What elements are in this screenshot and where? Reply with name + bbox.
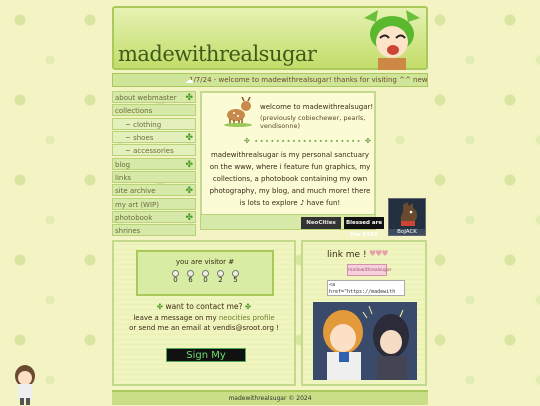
- intro-body: madewithrealsugar is my personal sanctua…: [209, 151, 371, 207]
- cloud-icon: ☁: [185, 76, 194, 86]
- clover-icon: ✤: [185, 159, 193, 170]
- contact-title: ✤ want to contact me? ✤: [114, 302, 294, 311]
- neocities-badge[interactable]: NeoCities: [301, 217, 341, 229]
- sidebar-item[interactable]: site archive ✤: [112, 184, 196, 197]
- sidebar-item-label: ~ clothing: [125, 120, 162, 129]
- visitor-counter: 0 6 0 2 5: [170, 270, 246, 288]
- sidebar-item-label: blog: [115, 160, 131, 169]
- sidebar-item[interactable]: ~ clothing: [112, 117, 196, 130]
- hearts-decoration-icon: ♥♥♥: [369, 249, 388, 258]
- link-code-textarea[interactable]: <a href="https://madewith: [327, 280, 405, 296]
- sidebar-item-label: my art (WIP): [115, 200, 159, 209]
- contact-line: leave a message on my neocities profile: [114, 314, 294, 322]
- sidebar-item-label: photobook: [115, 214, 153, 223]
- sidebar-item[interactable]: ~ accessories: [112, 144, 196, 157]
- neocities-profile-link[interactable]: neocities profile: [219, 314, 275, 322]
- intro-title: welcome to madewithrealsugar!: [260, 103, 374, 111]
- site-link-banner[interactable]: madewithrealsugar: [347, 264, 392, 276]
- sidebar-item[interactable]: my art (WIP): [112, 197, 196, 210]
- anime-illustration: [313, 302, 417, 380]
- news-marquee: ☁ 1/7/24 - welcome to madewithrealsugar!…: [112, 73, 428, 87]
- doll-figure-image: [15, 365, 35, 405]
- sidebar-nav: about webmaster ✤ collections ~ clothing ~ s…: [112, 91, 196, 237]
- sidebar-item[interactable]: blog ✤: [112, 157, 196, 170]
- counter-digit: 0: [200, 270, 211, 286]
- clover-divider-icon: ✤ ∙∙∙∙∙∙∙∙∙∙∙∙∙∙∙∙∙∙∙∙ ✤: [244, 137, 372, 145]
- link-me-box: link me ! ♥♥♥ madewithrealsugar <a href=…: [301, 240, 427, 386]
- site-header: madewithrealsugar: [112, 6, 428, 70]
- counter-digit: 6: [185, 270, 196, 286]
- clover-icon: ✤: [185, 133, 193, 144]
- deer-icon: [224, 97, 252, 127]
- visitor-label: you are visitor #: [175, 258, 235, 266]
- clover-icon: ✤: [185, 213, 193, 224]
- sidebar-item[interactable]: collections: [112, 104, 196, 117]
- sidebar-item-label: shrines: [115, 227, 141, 236]
- contact-title-text: want to contact me?: [165, 302, 243, 311]
- marquee-text: 1/7/24 - welcome to madewithrealsugar! t…: [189, 76, 428, 84]
- visitor-counter-box: you are visitor # 0 6 0 2 5: [136, 250, 274, 296]
- counter-digit: 5: [230, 270, 241, 286]
- badge-strip: NeoCities Blessed are the EYES: [200, 214, 384, 238]
- mascot-image: [364, 10, 420, 70]
- sidebar-item[interactable]: shrines: [112, 224, 196, 237]
- sidebar-item-label: collections: [115, 107, 153, 116]
- clover-icon: ✤: [242, 302, 252, 311]
- sidebar-item[interactable]: about webmaster ✤: [112, 91, 196, 103]
- sidebar-item-label: about webmaster: [115, 94, 177, 102]
- bojack-label: BoJACK: [389, 229, 425, 235]
- link-me-title: link me !: [327, 250, 367, 260]
- sidebar-item-label: ~ shoes: [125, 134, 154, 143]
- blessed-eyes-badge[interactable]: Blessed are the EYES: [344, 217, 384, 238]
- site-title[interactable]: madewithrealsugar: [118, 42, 317, 66]
- contact-text: leave a message on my: [133, 314, 219, 322]
- sidebar-item[interactable]: photobook ✤: [112, 211, 196, 224]
- sidebar-item-label: links: [115, 174, 132, 183]
- sidebar-item-label: site archive: [115, 187, 156, 196]
- sidebar-item[interactable]: ~ shoes ✤: [112, 131, 196, 144]
- sidebar-item[interactable]: links: [112, 171, 196, 184]
- clover-icon: ✤: [185, 93, 193, 103]
- counter-digit: 0: [170, 270, 181, 286]
- guestbook-sign-button[interactable]: Sign My: [166, 348, 246, 362]
- footer-strip: madewithrealsugar © 2024: [112, 390, 428, 405]
- bojack-badge[interactable]: BoJACK: [388, 198, 426, 236]
- intro-box: welcome to madewithrealsugar! (previousl…: [200, 91, 376, 218]
- sidebar-item-label: ~ accessories: [125, 147, 174, 156]
- visitor-contact-box: you are visitor # 0 6 0 2 5 ✤ want to co…: [112, 240, 296, 386]
- bojack-horse-icon: [400, 202, 417, 226]
- contact-email-line: or send me an email at vendis@sroot.org …: [129, 324, 279, 332]
- clover-icon: ✤: [185, 186, 193, 197]
- counter-digit: 2: [215, 270, 226, 286]
- intro-previous-names: (previously cobiechewer, pearls, vendiso…: [260, 114, 366, 130]
